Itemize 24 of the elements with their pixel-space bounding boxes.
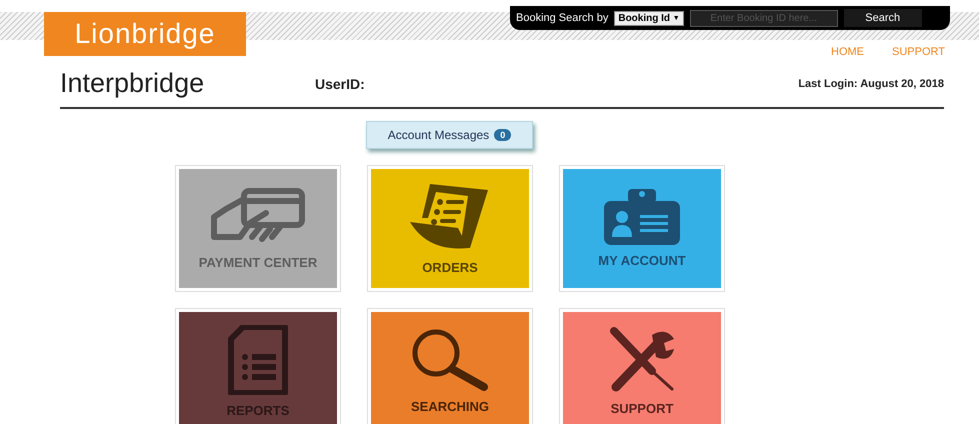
menu-tile[interactable]: SUPPORT [559,308,725,424]
menu-tile[interactable]: PAYMENT CENTER [175,165,341,292]
tile-label: MY ACCOUNT [598,253,686,268]
logo[interactable]: Lionbridge [44,12,246,56]
search-label: Booking Search by [516,12,608,24]
user-id-label: UserID: [315,76,366,92]
search-button[interactable]: Search [844,9,922,27]
document-list-icon [227,325,289,395]
tile-label: PAYMENT CENTER [198,255,318,270]
nav-link[interactable]: SUPPORT [892,46,945,58]
menu-tile[interactable]: SEARCHING [367,308,533,424]
menu-tile[interactable]: ORDERS [367,165,533,292]
account-messages-button[interactable]: Account Messages 0 [366,121,533,149]
tile-label: SEARCHING [410,399,489,414]
id-badge-icon [604,189,680,245]
search-icon [410,329,490,391]
tile-label: ORDERS [422,260,478,275]
tile-label: REPORTS [226,403,290,418]
nav-link[interactable]: HOME [831,46,864,58]
menu-tile[interactable]: MY ACCOUNT [559,165,725,292]
tile-label: SUPPORT [610,401,674,416]
message-count-badge: 0 [494,129,512,141]
app-title: Interpbridge [60,68,206,99]
last-login-text: Last Login: August 20, 2018 [798,78,944,90]
